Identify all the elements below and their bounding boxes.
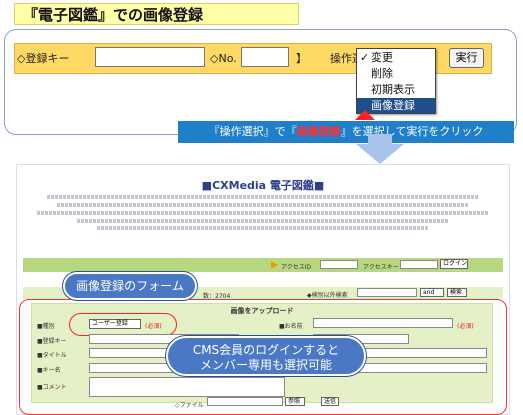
no-label: ◇No.: [210, 52, 237, 65]
access-id-label: アクセスID: [281, 264, 312, 271]
operation-select-dropdown[interactable]: ✓ 変更 削除 初期表示 画像登録: [356, 48, 436, 114]
down-arrow-icon: [356, 144, 404, 164]
form-callout: 画像登録のフォーム: [63, 272, 197, 300]
browse-button[interactable]: 参照: [285, 397, 305, 406]
instruction-caption: 『操作選択』で『画像登録』を選択して実行をクリック: [178, 121, 514, 143]
register-key-label: ◇登録キー: [17, 52, 70, 65]
login-button[interactable]: ログイン: [440, 259, 468, 269]
option-change[interactable]: ✓ 変更: [357, 50, 435, 65]
fine-print-line-4: [77, 219, 449, 223]
option-delete[interactable]: 削除: [357, 66, 435, 81]
cms-callout-line1: CMS会員のログインすると: [192, 343, 340, 357]
option-initial-display-label: 初期表示: [371, 83, 415, 96]
title-label: ■タイトル: [37, 352, 67, 359]
option-initial-display[interactable]: 初期表示: [357, 82, 435, 97]
option-change-label: 変更: [371, 51, 393, 64]
option-image-register-label: 画像登録: [371, 99, 415, 112]
search-row-label: ◆検別以外検索: [307, 292, 348, 299]
file-label: ◇ファイル: [175, 402, 204, 409]
file-input[interactable]: [207, 397, 283, 406]
access-id-input[interactable]: [320, 260, 358, 269]
and-select[interactable]: and: [420, 288, 444, 297]
inner-title: ■CXMedia 電子図鑑■: [201, 179, 325, 192]
form-callout-text: 画像登録のフォーム: [76, 279, 184, 293]
category-highlight-oval: [69, 313, 177, 336]
page-title-banner: 『電子図鑑』での画像登録: [14, 3, 299, 25]
access-key-input[interactable]: [400, 260, 438, 269]
play-icon: [271, 261, 278, 269]
comment-label: ■コメント: [37, 384, 67, 391]
register-key-input[interactable]: [95, 47, 205, 67]
caption-post: 』を選択して実行をクリック: [340, 125, 484, 138]
no-input[interactable]: [241, 47, 289, 67]
name-required: (必須): [457, 323, 474, 330]
execute-button[interactable]: 実行: [449, 48, 484, 68]
keyword-label: ■キー名: [37, 367, 61, 374]
red-arrow-icon: [355, 110, 375, 120]
cms-callout: CMS会員のログインすると メンバー専用も選択可能: [166, 336, 366, 376]
caption-pre: 『操作選択』で『: [208, 125, 297, 138]
submit-button[interactable]: 送信: [321, 397, 339, 406]
caption-highlight: 画像登録: [296, 125, 341, 138]
fine-print-line-3: [37, 211, 489, 215]
register-key-field-label: ■登録キー: [37, 338, 67, 345]
page-title: 『電子図鑑』での画像登録: [23, 6, 204, 24]
name-label: ■お名前: [279, 323, 303, 330]
cms-callout-line2: メンバー専用も選択可能: [199, 358, 332, 372]
name-input[interactable]: [313, 318, 453, 328]
category-label: ■種別: [37, 323, 55, 330]
and-select-label: and: [423, 289, 435, 296]
fine-print-line-5: [97, 226, 429, 230]
search-button[interactable]: 検索: [447, 288, 467, 297]
option-delete-label: 削除: [371, 67, 393, 80]
checkmark-icon: ✓: [360, 51, 370, 64]
keyword-search-input[interactable]: [357, 288, 417, 297]
fine-print-line-2: [57, 203, 469, 207]
access-key-label: アクセスキー: [363, 264, 399, 271]
fine-print-line-1: [47, 195, 479, 199]
comment-textarea[interactable]: [89, 377, 285, 397]
bracket-text: 】: [296, 52, 307, 65]
